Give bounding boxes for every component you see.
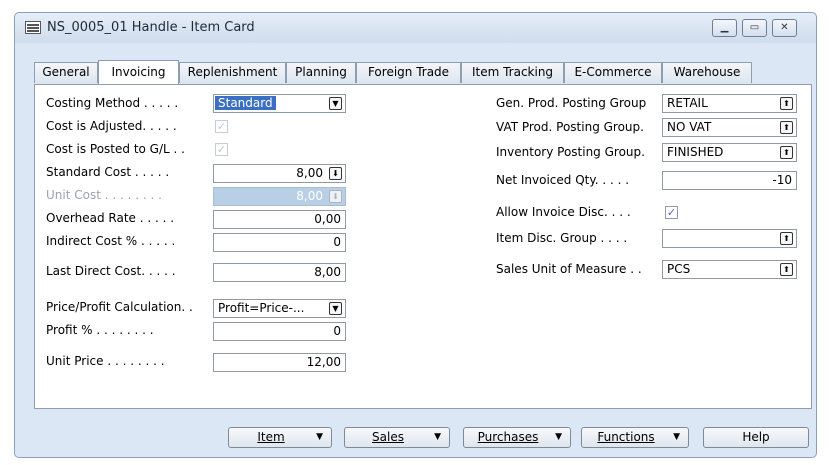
costing-method-value: Standard — [215, 96, 276, 110]
dropdown-arrow-icon[interactable]: ▼ — [329, 302, 342, 315]
tab-planning[interactable]: Planning — [286, 62, 356, 83]
minimize-button[interactable]: ▁ — [712, 19, 737, 37]
overhead-rate-field[interactable]: 0,00 — [213, 210, 346, 229]
functions-button-label: Functions — [597, 430, 655, 444]
app-window-icon — [25, 21, 41, 34]
indirect-cost-field[interactable]: 0 — [213, 233, 346, 252]
help-button-label: Help — [742, 430, 770, 444]
chevron-down-icon: ▼ — [555, 432, 562, 442]
price-profit-calc-select[interactable]: Profit=Price-... ▼ — [213, 299, 346, 318]
lookup-arrow-icon[interactable]: ⬆ — [780, 263, 793, 276]
checkmark-icon: ✓ — [666, 206, 677, 219]
unit-cost-label: Unit Cost . . . . . . . . — [46, 188, 162, 202]
tab-replenishment[interactable]: Replenishment — [179, 62, 286, 83]
overhead-rate-value: 0,00 — [314, 212, 341, 226]
item-menu-button[interactable]: Item ▼ — [228, 427, 332, 448]
tab-warehouse[interactable]: Warehouse — [662, 62, 752, 83]
vat-prod-posting-group-field[interactable]: NO VAT ⬆ — [662, 118, 797, 137]
lookup-arrow-icon[interactable]: ⬆ — [780, 121, 793, 134]
close-icon: ✕ — [780, 22, 789, 33]
unit-cost-field: 8,00 ⬇ — [213, 187, 346, 206]
sales-unit-of-measure-label: Sales Unit of Measure . . — [496, 262, 642, 276]
chevron-down-icon: ▼ — [434, 432, 441, 442]
cost-is-adjusted-checkbox[interactable]: ✓ — [215, 120, 228, 133]
overhead-rate-label: Overhead Rate . . . . . — [46, 211, 175, 225]
item-button-label: Item — [257, 430, 285, 444]
tab-invoicing[interactable]: Invoicing — [98, 60, 179, 84]
last-direct-cost-value: 8,00 — [314, 265, 341, 279]
drilldown-arrow-icon: ⬇ — [329, 190, 342, 203]
unit-price-field[interactable]: 12,00 — [213, 353, 346, 372]
inventory-posting-group-label: Inventory Posting Group. — [496, 145, 645, 159]
price-profit-calc-value: Profit=Price-... — [218, 301, 305, 315]
last-direct-cost-label: Last Direct Cost. . . . . — [46, 264, 176, 278]
last-direct-cost-field[interactable]: 8,00 — [213, 263, 346, 282]
purchases-menu-button[interactable]: Purchases ▼ — [463, 427, 571, 448]
standard-cost-label: Standard Cost . . . . . — [46, 165, 170, 179]
standard-cost-field[interactable]: 8,00 ⬇ — [213, 164, 346, 183]
standard-cost-value: 8,00 — [296, 166, 323, 180]
inventory-posting-group-field[interactable]: FINISHED ⬆ — [662, 143, 797, 162]
window-title: NS_0005_01 Handle - Item Card — [47, 20, 255, 35]
checkmark-icon: ✓ — [216, 120, 227, 133]
tab-e-commerce[interactable]: E-Commerce — [564, 62, 662, 83]
item-disc-group-field[interactable]: ⬆ — [662, 229, 797, 248]
lookup-arrow-icon[interactable]: ⬆ — [780, 146, 793, 159]
unit-cost-value: 8,00 — [296, 189, 323, 203]
allow-invoice-disc-checkbox[interactable]: ✓ — [665, 206, 678, 219]
costing-method-label: Costing Method . . . . . — [46, 96, 179, 110]
indirect-cost-value: 0 — [333, 235, 341, 249]
chevron-down-icon: ▼ — [673, 432, 680, 442]
maximize-button[interactable]: ▭ — [742, 19, 767, 37]
gen-prod-posting-group-field[interactable]: RETAIL ⬆ — [662, 94, 797, 113]
price-profit-calc-label: Price/Profit Calculation. . — [46, 300, 193, 314]
tab-general[interactable]: General — [34, 62, 98, 83]
chevron-down-icon: ▼ — [316, 432, 323, 442]
checkmark-icon: ✓ — [216, 143, 227, 156]
minimize-icon: ▁ — [720, 22, 729, 33]
inventory-posting-group-value: FINISHED — [667, 145, 724, 159]
gen-prod-posting-group-value: RETAIL — [667, 96, 708, 110]
profit-pct-label: Profit % . . . . . . . . — [46, 323, 154, 337]
sales-menu-button[interactable]: Sales ▼ — [344, 427, 450, 448]
vat-prod-posting-group-value: NO VAT — [667, 120, 712, 134]
net-invoiced-qty-label: Net Invoiced Qty. . . . . — [496, 173, 630, 187]
gen-prod-posting-group-label: Gen. Prod. Posting Group — [496, 96, 647, 110]
maximize-icon: ▭ — [749, 22, 760, 33]
dropdown-arrow-icon[interactable]: ▼ — [329, 97, 342, 110]
lookup-arrow-icon[interactable]: ⬆ — [780, 97, 793, 110]
net-invoiced-qty-value: -10 — [772, 173, 792, 187]
costing-method-select[interactable]: Standard ▼ — [213, 94, 346, 113]
sales-button-label: Sales — [372, 430, 404, 444]
sales-unit-of-measure-value: PCS — [667, 262, 691, 276]
net-invoiced-qty-field[interactable]: -10 — [662, 171, 797, 190]
vat-prod-posting-group-label: VAT Prod. Posting Group. — [496, 120, 644, 134]
unit-price-value: 12,00 — [306, 355, 341, 369]
sales-unit-of-measure-field[interactable]: PCS ⬆ — [662, 260, 797, 279]
close-button[interactable]: ✕ — [772, 19, 797, 37]
drilldown-arrow-icon[interactable]: ⬇ — [329, 167, 342, 180]
purchases-button-label: Purchases — [477, 430, 539, 444]
allow-invoice-disc-label: Allow Invoice Disc. . . . — [496, 205, 631, 219]
item-disc-group-label: Item Disc. Group . . . . — [496, 231, 628, 245]
tab-foreign-trade[interactable]: Foreign Trade — [356, 62, 461, 83]
lookup-arrow-icon[interactable]: ⬆ — [780, 232, 793, 245]
help-button[interactable]: Help — [703, 427, 809, 448]
title-bar[interactable]: NS_0005_01 Handle - Item Card ▁ ▭ ✕ — [15, 13, 816, 43]
unit-price-label: Unit Price . . . . . . . . — [46, 354, 165, 368]
profit-pct-value: 0 — [333, 324, 341, 338]
indirect-cost-label: Indirect Cost % . . . . . — [46, 234, 176, 248]
cost-is-adjusted-label: Cost is Adjusted. . . . . — [46, 119, 177, 133]
functions-menu-button[interactable]: Functions ▼ — [581, 427, 689, 448]
tab-item-tracking[interactable]: Item Tracking — [461, 62, 564, 83]
profit-pct-field[interactable]: 0 — [213, 322, 346, 341]
cost-posted-gl-label: Cost is Posted to G/L . . — [46, 142, 185, 156]
cost-posted-gl-checkbox[interactable]: ✓ — [215, 143, 228, 156]
